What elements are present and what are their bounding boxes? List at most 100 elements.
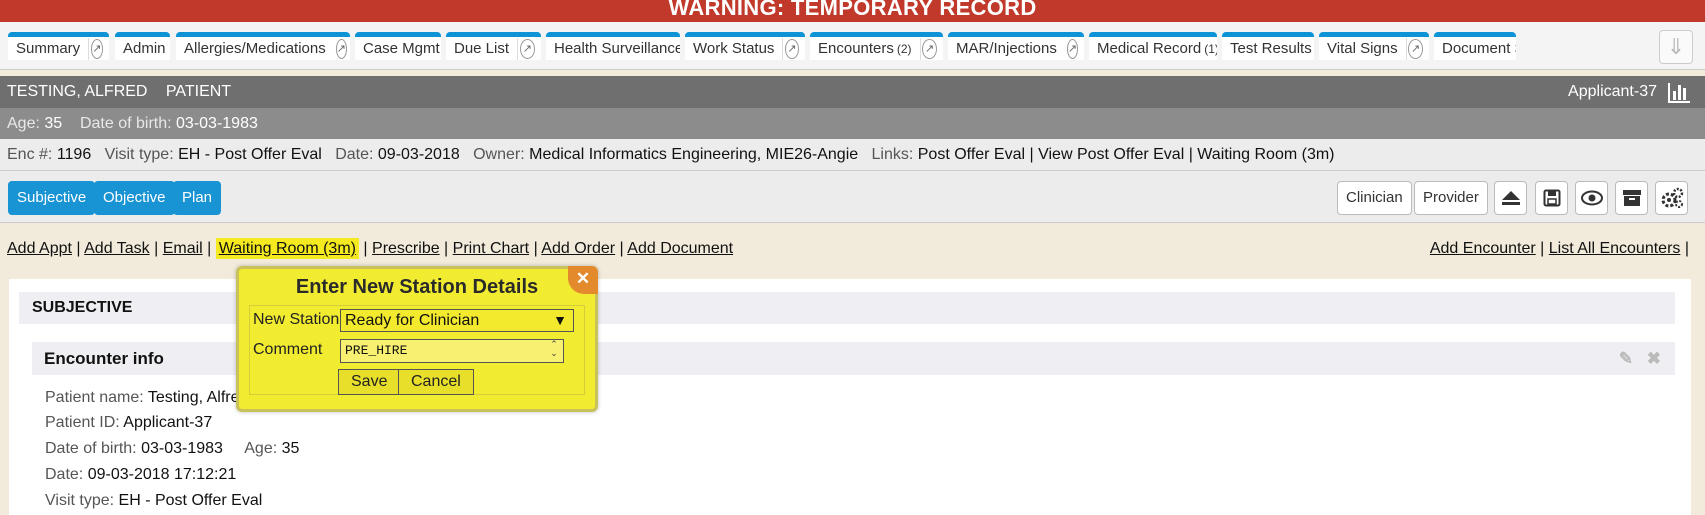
tab-due-list[interactable]: Due List ↗	[446, 32, 541, 60]
info-label: Patient name:	[45, 389, 144, 406]
age-value: 35	[44, 115, 63, 132]
objective-button[interactable]: Objective	[94, 181, 175, 215]
patient-name: TESTING, ALFRED	[7, 83, 148, 100]
close-dialog-button[interactable]: ✕	[568, 266, 598, 294]
add-encounter-link[interactable]: Add Encounter	[1430, 240, 1536, 257]
dialog-form: New Station Ready for Clinician ▼ Commen…	[249, 305, 585, 395]
archive-button[interactable]	[1615, 181, 1648, 215]
pencil-icon[interactable]: ✎	[1619, 342, 1633, 375]
tab-medical-record[interactable]: Medical Record(1)	[1089, 32, 1217, 60]
visit-type-label: Visit type:	[104, 146, 174, 163]
info-label: Patient ID:	[45, 414, 120, 431]
tab-label: Summary	[16, 40, 81, 57]
info-label: Date:	[45, 466, 84, 483]
external-link-icon[interactable]: ↗	[90, 38, 103, 59]
owner-value: Medical Informatics Engineering, MIE26-A…	[529, 146, 859, 163]
tab-case-mgmt[interactable]: Case Mgmt	[355, 32, 441, 60]
info-value: 35	[281, 440, 300, 457]
external-link-icon[interactable]: ↗	[519, 38, 535, 59]
clinician-button[interactable]: Clinician	[1337, 181, 1412, 215]
spinner-icon[interactable]: ⌃ ⌄	[547, 341, 561, 361]
info-value: 03-03-1983	[141, 440, 223, 457]
eject-icon	[1501, 191, 1520, 205]
comment-value: PRE_HIRE	[345, 343, 408, 358]
eject-button[interactable]	[1494, 181, 1527, 215]
settings-button[interactable]	[1655, 181, 1688, 215]
provider-button[interactable]: Provider	[1414, 181, 1488, 215]
add-order-link[interactable]: Add Order	[541, 240, 615, 257]
info-visit-type: Visit type: EH - Post Offer Eval	[45, 492, 262, 510]
encounter-links[interactable]: Post Offer Eval | View Post Offer Eval |…	[918, 146, 1335, 163]
external-link-icon[interactable]: ↗	[335, 38, 347, 59]
tab-summary[interactable]: Summary ↗	[8, 32, 109, 60]
action-toolbar: Subjective Objective Plan Clinician Prov…	[0, 171, 1705, 223]
eye-icon	[1580, 190, 1603, 206]
tab-scroll-down-button[interactable]: ⇓	[1659, 30, 1693, 64]
cancel-button[interactable]: Cancel	[398, 369, 474, 395]
chevron-down-icon: ▼	[553, 312, 567, 328]
print-chart-link[interactable]: Print Chart	[453, 240, 529, 257]
info-patient-id: Patient ID: Applicant-37	[45, 414, 212, 432]
tab-label: Vital Signs	[1327, 40, 1398, 57]
dropdown-corner-icon	[167, 58, 170, 60]
tab-admin[interactable]: Admin	[115, 32, 170, 60]
tab-allergies-medications[interactable]: Allergies/Medications ↗	[176, 32, 350, 60]
external-link-icon[interactable]: ↗	[922, 38, 937, 59]
bar-chart-icon[interactable]	[1667, 81, 1691, 103]
module-tab-bar: Summary ↗ Admin Allergies/Medications ↗ …	[0, 22, 1705, 70]
tab-label: Test Results	[1222, 40, 1314, 60]
tab-divider	[782, 37, 784, 60]
patient-header: TESTING, ALFRED PATIENT Applicant-37	[0, 76, 1705, 108]
age-label: Age:	[7, 115, 40, 132]
tab-encounters[interactable]: Encounters (2) ↗	[810, 32, 943, 60]
comment-field[interactable]: PRE_HIRE ⌃ ⌄	[340, 339, 564, 363]
visit-type-value: EH - Post Offer Eval	[178, 146, 322, 163]
tab-label: Admin	[115, 40, 170, 60]
email-link[interactable]: Email	[163, 240, 203, 257]
tab-divider	[88, 37, 89, 60]
save-button[interactable]	[1535, 181, 1568, 215]
plan-button[interactable]: Plan	[173, 181, 222, 215]
dob-label: Date of birth:	[79, 115, 172, 132]
enc-value: 1196	[56, 146, 92, 163]
add-task-link[interactable]: Add Task	[84, 240, 150, 257]
gears-icon	[1661, 187, 1683, 208]
owner-label: Owner:	[473, 146, 525, 163]
tab-mar-injections[interactable]: MAR/Injections ↗	[948, 32, 1084, 60]
tab-vital-signs[interactable]: Vital Signs ↗	[1319, 32, 1429, 60]
station-details-dialog: Enter New Station Details ✕ New Station …	[236, 266, 598, 412]
close-icon: ✕	[575, 269, 591, 288]
patient-demographics: Age: 35 Date of birth: 03-03-1983	[0, 108, 1705, 139]
waiting-room-link[interactable]: Waiting Room (3m)	[215, 238, 359, 259]
tab-label: Document S	[1442, 40, 1516, 57]
external-link-icon[interactable]: ↗	[1066, 38, 1079, 59]
prescribe-link[interactable]: Prescribe	[372, 240, 440, 257]
new-station-select[interactable]: Ready for Clinician ▼	[340, 309, 574, 332]
tab-test-results[interactable]: Test Results	[1222, 32, 1314, 60]
external-link-icon[interactable]: ↗	[785, 38, 799, 59]
list-all-encounters-link[interactable]: List All Encounters	[1549, 240, 1681, 257]
tab-work-status[interactable]: Work Status ↗	[685, 32, 805, 60]
view-button[interactable]	[1575, 181, 1608, 215]
external-link-icon[interactable]: ↗	[1408, 38, 1423, 59]
tab-health-surveillance[interactable]: Health Surveillance	[546, 32, 680, 60]
patient-role: PATIENT	[165, 83, 232, 100]
tab-documents[interactable]: Document S	[1434, 32, 1516, 60]
add-document-link[interactable]: Add Document	[627, 240, 733, 257]
close-icon[interactable]: ✖	[1647, 342, 1661, 375]
quick-links-left: Add Appt | Add Task | Email | Waiting Ro…	[7, 238, 734, 259]
patient-id: Applicant-37	[1568, 83, 1657, 100]
info-value: EH - Post Offer Eval	[118, 492, 263, 509]
date-label: Date:	[335, 146, 374, 163]
add-appt-link[interactable]: Add Appt	[7, 240, 72, 257]
quick-links-bar: Add Appt | Add Task | Email | Waiting Ro…	[0, 238, 1705, 266]
date-value: 09-03-2018	[377, 146, 460, 163]
save-button[interactable]: Save	[338, 369, 401, 395]
tab-label: Health Surveillance	[546, 40, 680, 57]
tab-label: Allergies/Medications	[184, 40, 326, 57]
info-label: Date of birth:	[45, 440, 137, 457]
tab-label: Medical Record(1)	[1089, 40, 1217, 57]
encounter-info-title: Encounter info	[44, 349, 164, 368]
new-station-label: New Station	[253, 311, 340, 328]
subjective-button[interactable]: Subjective	[8, 181, 96, 215]
